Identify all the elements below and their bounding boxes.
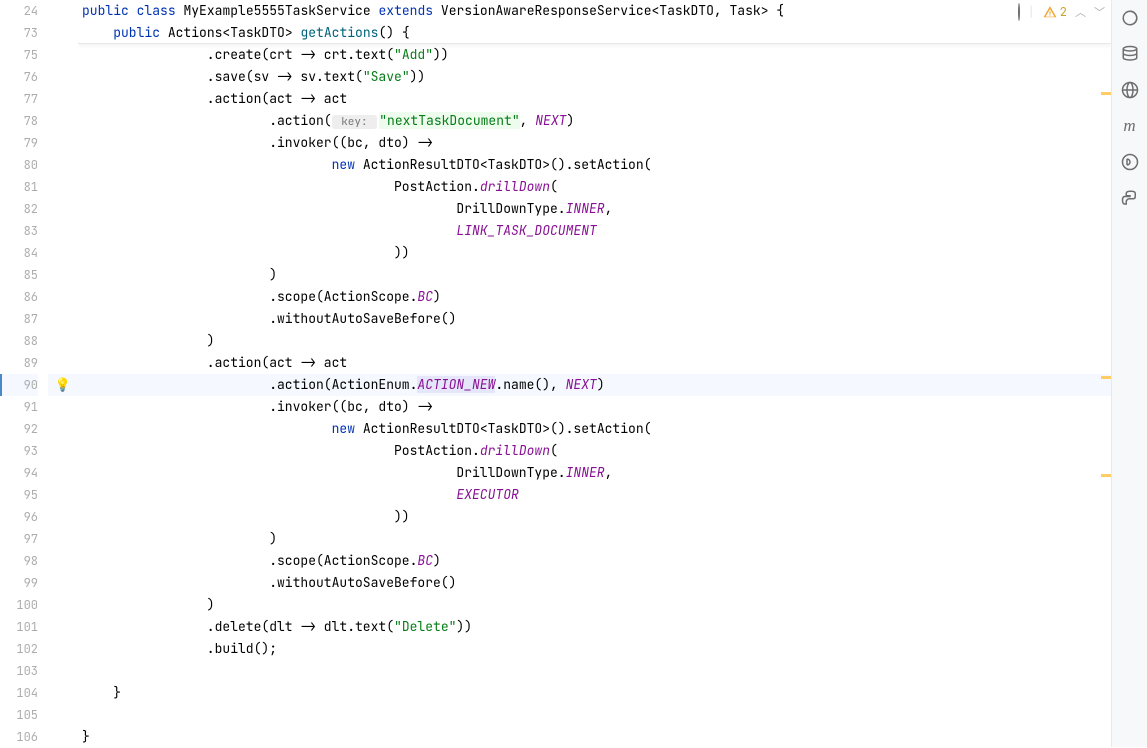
line-number[interactable]: 93 [0,440,38,462]
sticky-class-line[interactable]: public class MyExample5555TaskService ex… [78,0,1111,22]
line-number[interactable]: 96 [0,506,38,528]
code-line: .action( key: "nextTaskDocument", NEXT) [78,110,1111,132]
code-line: ) [78,594,1111,616]
prev-highlight-icon[interactable]: ︿ [1075,4,1086,20]
code-line: new ActionResultDTO<TaskDTO>().setAction… [78,154,1111,176]
code-line: )) [78,242,1111,264]
sticky-header[interactable]: public class MyExample5555TaskService ex… [78,0,1111,44]
code-line: } [78,682,1111,704]
intention-bulb-icon[interactable]: 💡 [55,376,71,393]
code-line: .create(crt -> crt.text("Add")) [78,44,1111,66]
code-line: ) [78,330,1111,352]
line-number[interactable]: 97 [0,528,38,550]
code-line: )) [78,506,1111,528]
line-number[interactable]: 78 [0,110,38,132]
sticky-line-num: 24 [0,0,38,22]
sticky-method-line[interactable]: public Actions<TaskDTO> getActions() { [78,22,1111,44]
code-line: .scope(ActionScope.BC) [78,286,1111,308]
code-line [78,660,1111,682]
editor-container: 24 73 75 76 77 78 79 80 81 82 83 84 85 8… [0,0,1147,747]
code-line: .save(sv -> sv.text("Save")) [78,66,1111,88]
line-number[interactable]: 81 [0,176,38,198]
code-line: EXECUTOR [78,484,1111,506]
line-number[interactable]: 84 [0,242,38,264]
code-line: DrillDownType.INNER, [78,462,1111,484]
next-highlight-icon[interactable]: ﹀ [1094,4,1105,20]
line-number[interactable]: 82 [0,198,38,220]
code-line-current: .action(ActionEnum.ACTION_NEW.name(), NE… [78,374,1111,396]
code-line: } [78,726,1111,747]
code-line: ) [78,528,1111,550]
code-line: ) [78,264,1111,286]
code-line: .withoutAutoSaveBefore() [78,308,1111,330]
line-number[interactable]: 89 [0,352,38,374]
line-number[interactable]: 90 [0,374,38,396]
warning-marker[interactable] [1101,376,1111,379]
warnings-badge[interactable]: 2 [1043,4,1067,20]
line-number[interactable]: 101 [0,616,38,638]
ai-assistant-icon[interactable] [1120,8,1140,28]
globe-icon[interactable] [1120,80,1140,100]
code-line: .invoker((bc, dto) -> [78,132,1111,154]
line-number[interactable]: 100 [0,594,38,616]
line-number[interactable]: 76 [0,66,38,88]
line-number-gutter: 24 73 75 76 77 78 79 80 81 82 83 84 85 8… [0,0,48,747]
code-line: .scope(ActionScope.BC) [78,550,1111,572]
code-line: .invoker((bc, dto) -> [78,396,1111,418]
line-number[interactable]: 79 [0,132,38,154]
code-line: .build(); [78,638,1111,660]
line-number[interactable]: 105 [0,704,38,726]
warning-marker[interactable] [1101,474,1111,477]
code-line: PostAction.drillDown( [78,440,1111,462]
code-lines[interactable]: .create(crt -> crt.text("Add")) .save(sv… [78,44,1111,747]
hint-gutter: 💡 [48,0,78,747]
line-number[interactable]: 104 [0,682,38,704]
line-number[interactable]: 88 [0,330,38,352]
line-number[interactable]: 77 [0,88,38,110]
line-number[interactable]: 87 [0,308,38,330]
line-number[interactable]: 103 [0,660,38,682]
code-line: PostAction.drillDown( [78,176,1111,198]
code-line: .withoutAutoSaveBefore() [78,572,1111,594]
inspection-indicators: | 2 ︿ ﹀ [1018,4,1105,20]
line-number[interactable]: 92 [0,418,38,440]
line-number[interactable]: 85 [0,264,38,286]
docs-icon[interactable] [1120,152,1140,172]
code-line: .action(act -> act [78,352,1111,374]
maven-icon[interactable]: m [1120,116,1140,136]
line-number[interactable]: 98 [0,550,38,572]
sticky-line-num: 73 [0,22,38,44]
code-line: .action(act -> act [78,88,1111,110]
code-line: DrillDownType.INNER, [78,198,1111,220]
code-line [78,704,1111,726]
code-line: .delete(dlt -> dlt.text("Delete")) [78,616,1111,638]
code-editor[interactable]: public class MyExample5555TaskService ex… [78,0,1111,747]
line-number[interactable]: 80 [0,154,38,176]
code-line: LINK_TASK_DOCUMENT [78,220,1111,242]
database-icon[interactable] [1120,44,1140,64]
no-problems-icon[interactable] [1018,4,1020,20]
line-number[interactable]: 99 [0,572,38,594]
line-number[interactable]: 75 [0,44,38,66]
line-number[interactable]: 86 [0,286,38,308]
warning-marker[interactable] [1101,92,1111,95]
line-number[interactable]: 94 [0,462,38,484]
right-toolbar: m [1111,0,1147,747]
code-line: new ActionResultDTO<TaskDTO>().setAction… [78,418,1111,440]
python-icon[interactable] [1120,188,1140,208]
line-number[interactable]: 102 [0,638,38,660]
scrollbar[interactable] [1097,44,1111,747]
line-number[interactable]: 95 [0,484,38,506]
line-number[interactable]: 91 [0,396,38,418]
line-number[interactable]: 83 [0,220,38,242]
line-number[interactable]: 106 [0,726,38,748]
